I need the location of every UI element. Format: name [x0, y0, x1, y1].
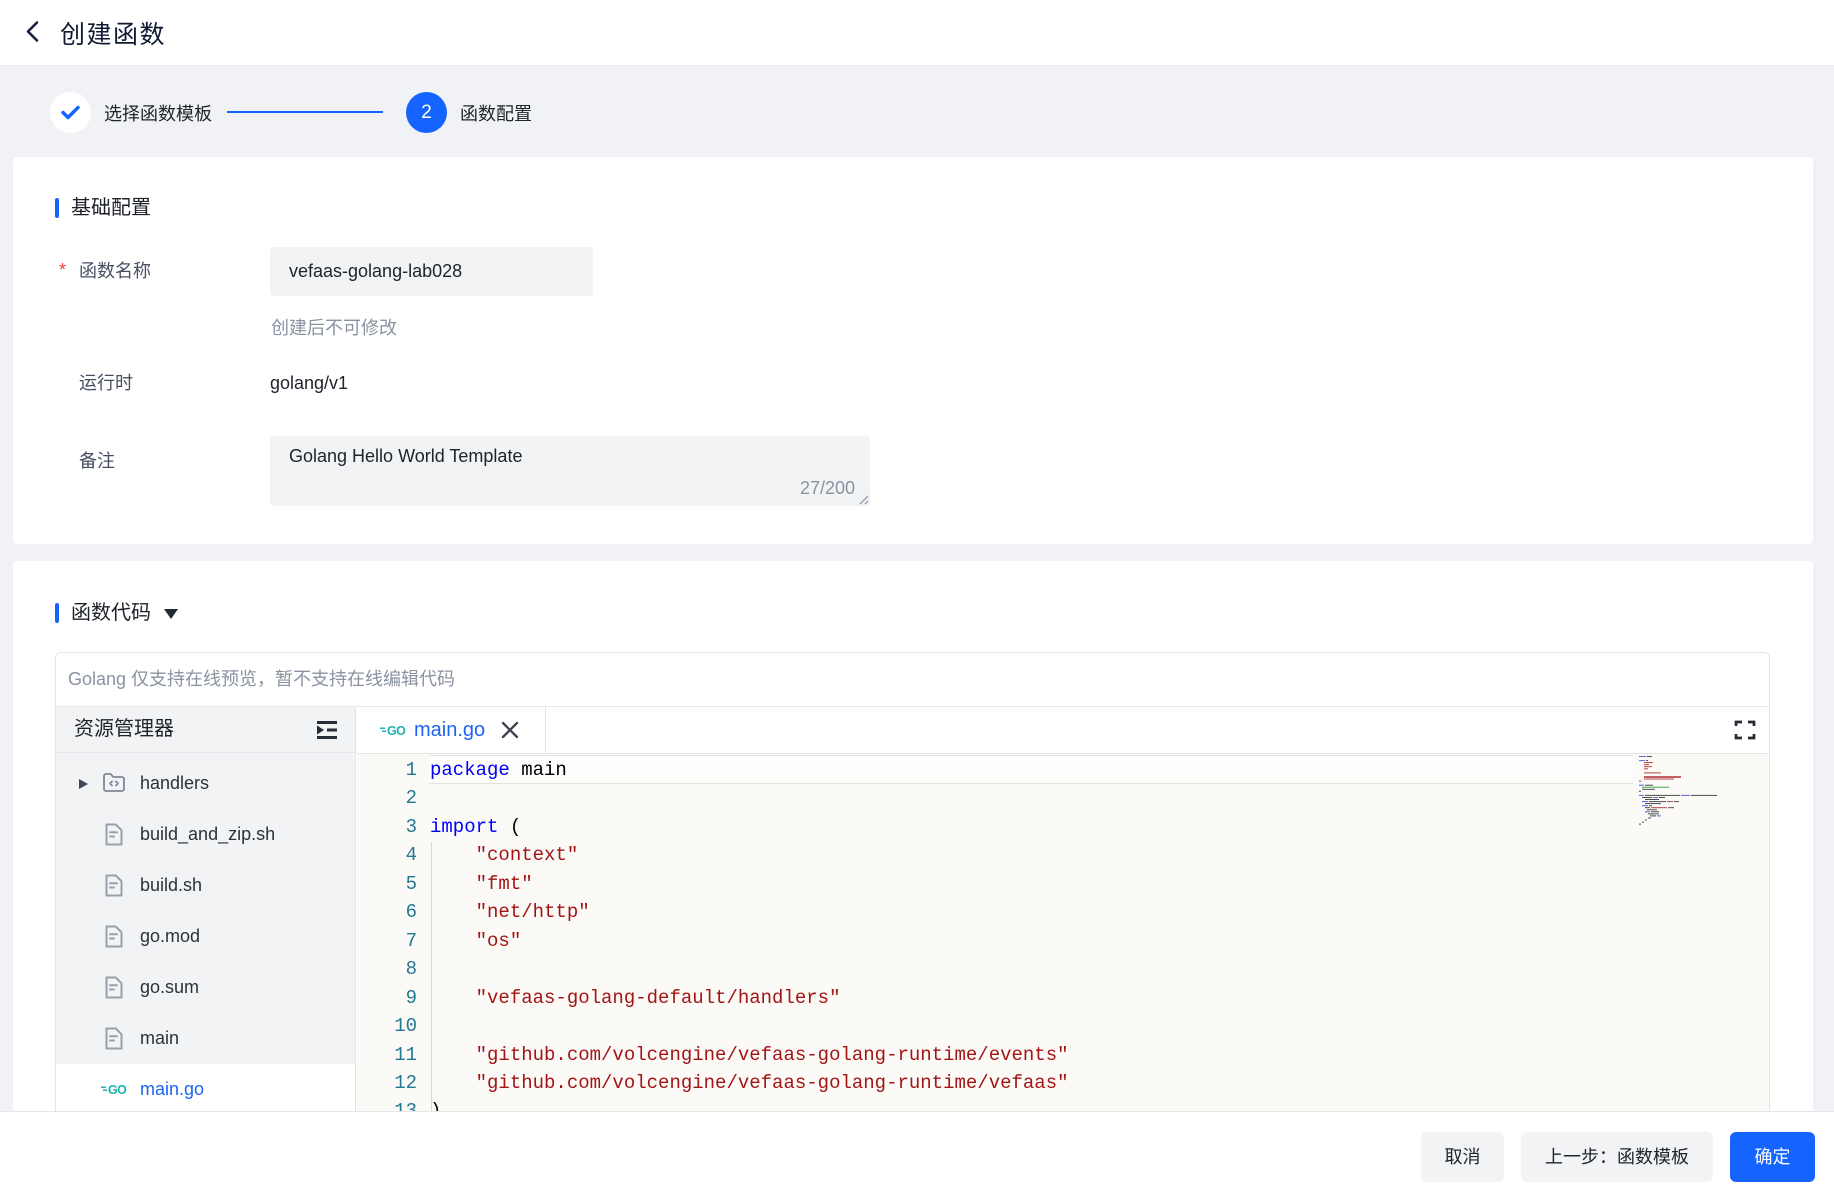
svg-text:GO: GO: [387, 724, 406, 738]
svg-text:GO: GO: [108, 1083, 127, 1097]
